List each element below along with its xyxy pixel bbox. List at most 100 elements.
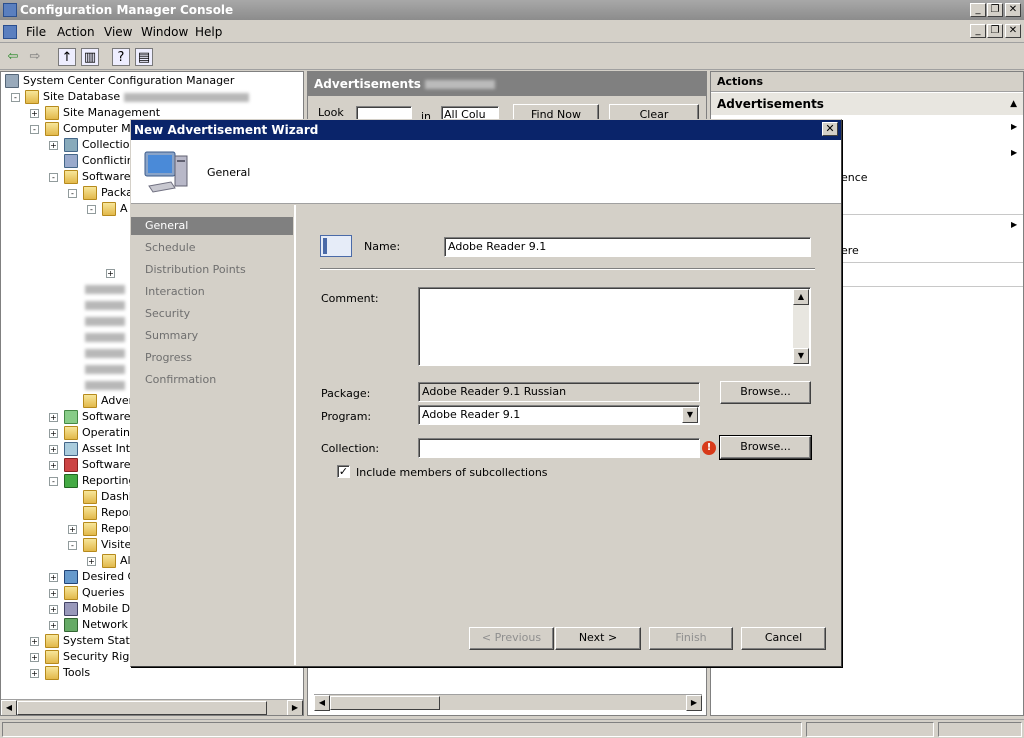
name-input[interactable]: Adobe Reader 9.1 <box>444 237 811 257</box>
close-button[interactable]: ✕ <box>1005 3 1021 17</box>
next-button[interactable]: Next > <box>555 627 641 650</box>
tree-root[interactable]: System Center Configuration Manager <box>5 73 234 89</box>
include-subcollections-checkbox[interactable]: ✓ <box>337 465 350 478</box>
tree-site-database[interactable]: Site Database <box>25 89 249 105</box>
comment-scrollbar[interactable]: ▲ ▼ <box>793 289 809 364</box>
tree-item[interactable]: Security Right <box>45 649 141 665</box>
finish-button[interactable]: Finish <box>649 627 733 650</box>
step-distribution-points[interactable]: Distribution Points <box>131 261 293 279</box>
tree-item[interactable]: Collection <box>64 137 136 153</box>
expand-toggle[interactable]: + <box>49 621 58 630</box>
step-general[interactable]: General <box>131 217 293 235</box>
expand-toggle[interactable]: + <box>87 557 96 566</box>
tree-item[interactable]: Computer Ma <box>45 121 137 137</box>
menu-view[interactable]: View <box>104 25 132 39</box>
minimize-button[interactable]: _ <box>970 3 986 17</box>
up-folder-icon[interactable]: ↑ <box>58 48 76 66</box>
tree-item[interactable]: Reporting <box>64 473 135 489</box>
expand-toggle[interactable]: + <box>49 589 58 598</box>
menu-file[interactable]: File <box>26 25 46 39</box>
scroll-down-button[interactable]: ▼ <box>793 348 809 364</box>
tree-item[interactable]: Operating <box>64 425 137 441</box>
program-select[interactable]: Adobe Reader 9.1 <box>418 405 700 425</box>
tree-item[interactable]: Adver <box>83 393 133 409</box>
scroll-thumb[interactable] <box>330 696 440 710</box>
collapse-icon[interactable]: ▲ <box>1010 93 1017 115</box>
scroll-right-button[interactable]: ▶ <box>686 695 702 711</box>
step-schedule[interactable]: Schedule <box>131 239 293 257</box>
tree-item[interactable]: Asset Inte <box>64 441 137 457</box>
show-hide-tree-icon[interactable]: ▥ <box>81 48 99 66</box>
tree-item[interactable]: Software <box>64 169 131 185</box>
show-hide-action-pane-icon[interactable]: ▤ <box>135 48 153 66</box>
expand-toggle[interactable]: - <box>68 541 77 550</box>
action-item[interactable]: ere <box>841 244 859 257</box>
expand-toggle[interactable]: - <box>49 173 58 182</box>
step-progress[interactable]: Progress <box>131 349 293 367</box>
help-icon[interactable]: ? <box>112 48 130 66</box>
mdi-restore-button[interactable]: ❐ <box>987 24 1003 38</box>
mdi-close-button[interactable]: ✕ <box>1005 24 1021 38</box>
expand-toggle[interactable]: + <box>30 109 39 118</box>
expand-toggle[interactable]: + <box>49 429 58 438</box>
actions-section-header[interactable]: Advertisements ▲ <box>711 93 1023 115</box>
step-interaction[interactable]: Interaction <box>131 283 293 301</box>
expand-toggle[interactable]: + <box>30 653 39 662</box>
tree-item[interactable]: Network A <box>64 617 139 633</box>
menu-help[interactable]: Help <box>195 25 222 39</box>
expand-toggle[interactable]: + <box>49 573 58 582</box>
back-icon[interactable]: ⇦ <box>4 48 22 66</box>
package-browse-button[interactable]: Browse... <box>720 381 811 404</box>
expand-toggle[interactable]: - <box>49 477 58 486</box>
step-confirmation[interactable]: Confirmation <box>131 371 293 389</box>
tree-horizontal-scrollbar[interactable]: ◀ ▶ <box>1 699 303 715</box>
collection-input[interactable] <box>418 438 700 458</box>
scroll-left-button[interactable]: ◀ <box>1 700 17 715</box>
wizard-close-button[interactable]: ✕ <box>822 122 838 136</box>
expand-toggle[interactable]: - <box>11 93 20 102</box>
tree-item[interactable]: Queries <box>64 585 124 601</box>
restore-button[interactable]: ❐ <box>987 3 1003 17</box>
tree-item[interactable]: Repor <box>83 521 133 537</box>
tree-item[interactable]: Desired C <box>64 569 135 585</box>
step-summary[interactable]: Summary <box>131 327 293 345</box>
expand-toggle[interactable]: + <box>49 445 58 454</box>
tree-item[interactable]: Software <box>64 409 131 425</box>
expand-toggle[interactable]: + <box>30 669 39 678</box>
expand-toggle[interactable]: + <box>49 141 58 150</box>
tree-item[interactable]: Mobile De <box>64 601 137 617</box>
scroll-thumb[interactable] <box>17 701 267 715</box>
tree-item[interactable]: System Status <box>45 633 143 649</box>
scroll-up-button[interactable]: ▲ <box>793 289 809 305</box>
results-horizontal-scrollbar[interactable]: ◀ ▶ <box>314 694 702 711</box>
step-security[interactable]: Security <box>131 305 293 323</box>
tree-item[interactable]: A <box>102 201 128 217</box>
tree-item[interactable]: Packa <box>83 185 133 201</box>
tree-item[interactable]: Al <box>102 553 131 569</box>
tree-item[interactable]: Tools <box>45 665 90 681</box>
program-dropdown-button[interactable]: ▼ <box>682 407 698 423</box>
cancel-button[interactable]: Cancel <box>741 627 826 650</box>
menu-window[interactable]: Window <box>141 25 188 39</box>
tree-item[interactable]: Repor <box>83 505 133 521</box>
collection-browse-button[interactable]: Browse... <box>719 435 812 460</box>
previous-button[interactable]: < Previous <box>469 627 554 650</box>
expand-toggle[interactable]: - <box>87 205 96 214</box>
action-item[interactable]: ence <box>841 171 868 184</box>
menu-action[interactable]: Action <box>57 25 95 39</box>
expand-toggle[interactable]: + <box>49 605 58 614</box>
expand-toggle[interactable]: + <box>49 413 58 422</box>
scroll-right-button[interactable]: ▶ <box>287 700 303 715</box>
tree-item[interactable]: Software <box>64 457 131 473</box>
tree-item[interactable]: Dashb <box>83 489 136 505</box>
mdi-minimize-button[interactable]: _ <box>970 24 986 38</box>
expand-toggle[interactable]: + <box>49 461 58 470</box>
expand-toggle[interactable]: + <box>30 637 39 646</box>
expand-toggle[interactable]: - <box>30 125 39 134</box>
expand-toggle[interactable]: + <box>68 525 77 534</box>
scroll-left-button[interactable]: ◀ <box>314 695 330 711</box>
expand-toggle[interactable]: - <box>68 189 77 198</box>
comment-textarea[interactable] <box>418 287 811 366</box>
forward-icon[interactable]: ⇨ <box>26 48 44 66</box>
expand-toggle[interactable]: + <box>106 269 115 278</box>
